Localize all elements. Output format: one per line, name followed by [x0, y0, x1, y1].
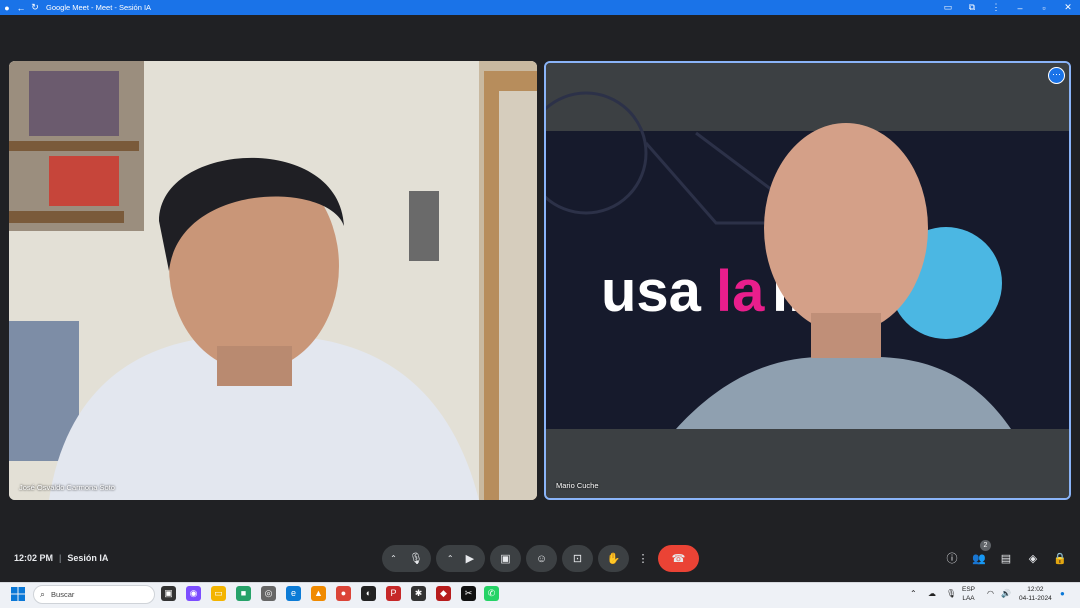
- minimize-button[interactable]: –: [1008, 3, 1032, 13]
- search-placeholder: Buscar: [51, 590, 75, 599]
- meeting-details-icon[interactable]: ⓘ: [944, 551, 960, 567]
- wifi-icon[interactable]: ◠: [987, 589, 994, 598]
- participant-tile-1[interactable]: José Osvaldo Carmona Soto: [9, 61, 537, 500]
- taskbar-clock[interactable]: 12:02 04-11-2024: [1019, 585, 1052, 603]
- taskbar-time: 12:02: [1027, 586, 1044, 593]
- pdf-icon[interactable]: P: [386, 586, 401, 601]
- vlc-icon[interactable]: ▲: [311, 586, 326, 601]
- activities-icon[interactable]: ◈: [1025, 551, 1041, 567]
- video-stage: José Osvaldo Carmona Soto usa la int ⋯ M…: [0, 15, 1080, 542]
- camera-status-icon[interactable]: ▭: [936, 2, 960, 13]
- meeting-time: 12:02 PM: [14, 553, 54, 563]
- captions-button[interactable]: ▣: [490, 545, 521, 572]
- present-screen-icon: ⊡: [572, 553, 583, 565]
- host-controls-icon[interactable]: 🔒: [1052, 551, 1068, 567]
- microphone-icon[interactable]: 🎙: [409, 552, 423, 565]
- video-camera-icon[interactable]: ▶: [466, 552, 474, 565]
- meet-app-icon: ●: [4, 2, 10, 13]
- participant-2-name: Mario Cuche: [556, 481, 599, 490]
- chat-icon[interactable]: ▤: [998, 551, 1014, 567]
- mic-tray-icon[interactable]: 🎙: [946, 589, 956, 598]
- restore-button[interactable]: ▫: [1032, 3, 1056, 13]
- app-icon[interactable]: ✱: [411, 586, 426, 601]
- taskbar-search[interactable]: ⌕ Buscar: [33, 585, 155, 604]
- tray-chevron-icon[interactable]: ⌃: [910, 589, 917, 598]
- app-icon[interactable]: ◐: [361, 586, 376, 601]
- app-icon[interactable]: ■: [236, 586, 251, 601]
- camera-app-icon[interactable]: ◎: [261, 586, 276, 601]
- emoji-icon: ☺: [535, 552, 548, 565]
- leave-call-button[interactable]: ☎: [658, 545, 699, 572]
- notification-icon[interactable]: ●: [1060, 589, 1065, 598]
- onedrive-icon[interactable]: ☁: [928, 589, 936, 598]
- reload-icon[interactable]: ↻: [28, 0, 42, 15]
- taskbar-date: 04-11-2024: [1019, 595, 1052, 602]
- meeting-info: 12:02 PM | Sesión IA: [14, 553, 108, 563]
- extensions-icon[interactable]: ⧉: [960, 2, 984, 13]
- people-icon[interactable]: 👥: [971, 551, 987, 567]
- meeting-separator: |: [59, 553, 62, 563]
- tile-more-options-button[interactable]: ⋯: [1048, 67, 1065, 84]
- search-icon: ⌕: [40, 589, 46, 599]
- browser-titlebar: ● ← ↻ Google Meet - Meet - Sesión IA ▭ ⧉…: [0, 0, 1080, 15]
- chevron-up-icon[interactable]: ⌃: [390, 554, 397, 563]
- logo-text-pre: usa: [601, 259, 702, 324]
- input-language[interactable]: ESP LAA: [962, 585, 975, 603]
- close-button[interactable]: ✕: [1056, 2, 1080, 13]
- participant-2-video: usa la int: [546, 63, 1069, 498]
- participant-1-name: José Osvaldo Carmona Soto: [19, 483, 115, 492]
- participant-tile-2[interactable]: usa la int ⋯ Mario Cuche: [544, 61, 1071, 500]
- window-title: Google Meet - Meet - Sesión IA: [46, 3, 152, 12]
- edge-icon[interactable]: e: [286, 586, 301, 601]
- chrome-icon[interactable]: ●: [336, 586, 351, 601]
- volume-icon[interactable]: 🔊: [1001, 589, 1011, 598]
- language-code: ESP: [962, 586, 976, 593]
- participant-1-video: [9, 61, 537, 500]
- mic-control[interactable]: ⌃ 🎙: [382, 545, 431, 572]
- participant-count-badge: 2: [980, 540, 991, 551]
- captions-icon: ▣: [500, 553, 511, 565]
- end-call-icon: ☎: [671, 553, 686, 565]
- raise-hand-button[interactable]: ✋: [598, 545, 629, 572]
- app-icon[interactable]: ◆: [436, 586, 451, 601]
- more-options-button[interactable]: ⋮: [634, 545, 652, 572]
- copilot-icon[interactable]: ◉: [186, 586, 201, 601]
- capcut-icon[interactable]: ✂: [461, 586, 476, 601]
- windows-start-icon[interactable]: [11, 587, 25, 601]
- camera-control[interactable]: ⌃ ▶: [436, 545, 485, 572]
- logo-text-mid: la: [716, 259, 765, 324]
- back-arrow-icon[interactable]: ←: [14, 0, 28, 15]
- present-button[interactable]: ⊡: [562, 545, 593, 572]
- more-vert-icon: ⋮: [637, 553, 649, 565]
- hand-icon: ✋: [606, 553, 621, 565]
- language-layout: LAA: [962, 595, 975, 602]
- reactions-button[interactable]: ☺: [526, 545, 557, 572]
- task-view-icon[interactable]: ▣: [161, 586, 176, 601]
- file-explorer-icon[interactable]: ▭: [211, 586, 226, 601]
- meeting-title: Sesión IA: [67, 553, 109, 563]
- chevron-up-icon[interactable]: ⌃: [447, 554, 454, 563]
- whatsapp-icon[interactable]: ✆: [484, 586, 499, 601]
- menu-icon[interactable]: ⋮: [984, 2, 1008, 13]
